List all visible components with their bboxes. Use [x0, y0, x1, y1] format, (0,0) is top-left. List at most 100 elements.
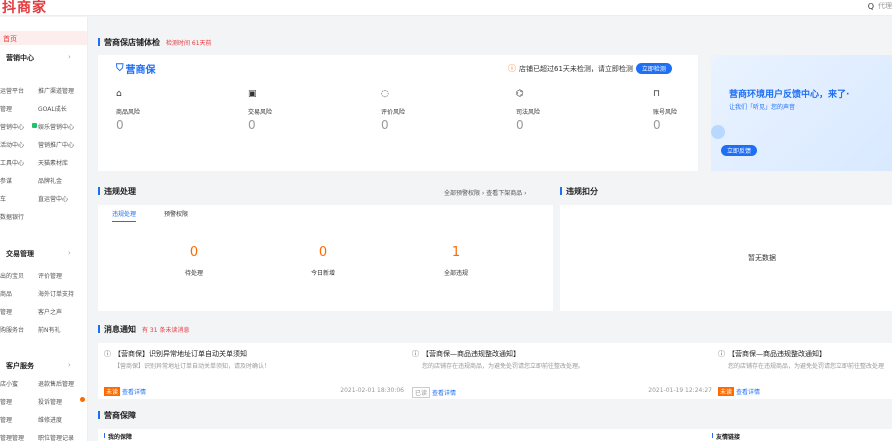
sidebar-row: 活动中心 营销推广中心	[0, 140, 87, 150]
brand-logo: ⛉ 营商保	[116, 63, 156, 76]
check-now-button[interactable]: 立即检测	[635, 63, 672, 74]
shield-icon: ⛉	[116, 63, 124, 74]
stat-all[interactable]: 1 全部违规	[416, 245, 496, 277]
sidebar-row: 管理 维修进度	[0, 415, 87, 425]
promo-title: 营商环境用户反馈中心，来了·	[729, 90, 850, 100]
sidebar-item[interactable]: 管理	[0, 415, 12, 424]
message-item[interactable]: ⓘ 【营商保—商品违规整改通知】 您的店铺存在违规商品，为避免处罚请您立即前往整改处…	[718, 349, 892, 396]
sidebar-row: 管理 GOAL成长	[0, 104, 87, 114]
new-badge-icon	[32, 123, 37, 128]
feedback-button[interactable]: 立即反馈	[721, 145, 758, 156]
message-date: 2021-02-01 18:30:06	[340, 387, 404, 394]
message-title[interactable]: 【营商保】识别异常地址订单自动关单须知	[114, 349, 247, 359]
sidebar-item[interactable]: 营销推广中心	[38, 140, 74, 149]
message-item[interactable]: ⓘ 【营商保】识别异常地址订单自动关单须知 【营商保】识别异常地址订单自动关单须知，…	[104, 349, 404, 396]
feedback-promo[interactable]: 营商环境用户反馈中心，来了· 让我们「听见」您的声音 立即反馈	[711, 55, 892, 171]
sidebar-row: 运营平台 推广渠道管理	[0, 86, 87, 96]
risk-value: 0	[248, 118, 256, 132]
sidebar-item[interactable]: 数据银行	[0, 212, 24, 221]
search-icon[interactable]: Q	[868, 2, 874, 11]
top-search[interactable]: Q 代理	[868, 1, 892, 11]
sidebar: 首页 营销中心 › 运营平台 推广渠道管理管理 GOAL成长营销中心 娱乐营销中心活动…	[0, 17, 88, 441]
sidebar-item[interactable]: 推广渠道管理	[38, 86, 74, 95]
message-title[interactable]: 【营商保—商品违规整改通知】	[728, 349, 826, 359]
sidebar-row: 店小蜜 退款售后管理	[0, 379, 87, 389]
view-details-link[interactable]: 查看详情	[122, 389, 146, 396]
sidebar-item[interactable]: 车	[0, 194, 6, 203]
risk-value: 0	[381, 118, 389, 132]
sidebar-section-marketing[interactable]: 营销中心 ›	[0, 53, 87, 65]
sidebar-row: 商品 海外订单支持	[0, 289, 87, 299]
risk-item[interactable]: ⌬ 司法风险 0	[516, 89, 636, 132]
chat-bubble-icon	[711, 125, 725, 139]
violation-card: 违规处理 预警权限 0 待处理 0 今日新增 1 全部违规	[98, 205, 553, 311]
sidebar-item[interactable]: 前N有礼	[38, 325, 61, 334]
comment-icon: ◌	[381, 89, 389, 99]
sidebar-item[interactable]: 娱乐营销中心	[38, 122, 74, 131]
risk-item[interactable]: ⌂ 商品风险 0	[116, 89, 236, 132]
sidebar-item[interactable]: 职位管理记录	[38, 433, 74, 441]
chevron-right-icon: ›	[68, 53, 71, 61]
risk-label: 司法风险	[516, 109, 541, 116]
search-input[interactable]: 代理	[878, 1, 892, 11]
sidebar-item[interactable]: 天猫素材库	[38, 158, 68, 167]
trade-icon: ▣	[248, 89, 257, 99]
message-title[interactable]: 【营商保—商品违规整改通知】	[422, 349, 520, 359]
court-icon: ⌬	[516, 89, 524, 99]
sidebar-row: 数据银行	[0, 212, 87, 222]
read-status-badge: 已读	[412, 387, 431, 398]
risk-item[interactable]: ◌ 评价风险 0	[381, 89, 501, 132]
sidebar-item[interactable]: 购服务台	[0, 325, 24, 334]
messages-section-title: 消息通知有 31 条未读消息	[98, 324, 189, 335]
sidebar-item[interactable]: 直运营中心	[38, 194, 68, 203]
sidebar-item[interactable]: 管理	[0, 307, 12, 316]
sidebar-item[interactable]: 管理	[0, 397, 12, 406]
tab-warning[interactable]: 预警权限	[164, 209, 188, 222]
sidebar-item[interactable]: 店小蜜	[0, 379, 18, 388]
app-logo[interactable]: 抖商家	[2, 0, 47, 17]
sidebar-item[interactable]: 管理管理	[0, 433, 24, 441]
view-details-link[interactable]: 查看详情	[736, 389, 760, 396]
sidebar-item[interactable]: 客户之声	[38, 307, 62, 316]
sidebar-item[interactable]: 投诉管理	[38, 397, 62, 406]
sidebar-section-service[interactable]: 客户服务 ›	[0, 361, 87, 373]
sidebar-item[interactable]: 评价管理	[38, 271, 62, 280]
sidebar-row: 参谋 品牌礼金	[0, 176, 87, 186]
empty-state: 暂无数据	[748, 254, 776, 262]
chevron-right-icon: ›	[68, 249, 71, 257]
sidebar-item[interactable]: 活动中心	[0, 140, 24, 149]
sidebar-section-trade[interactable]: 交易管理 ›	[0, 249, 87, 261]
sidebar-item[interactable]: 退款售后管理	[38, 379, 74, 388]
sidebar-row: 购服务台 前N有礼	[0, 325, 87, 335]
sidebar-item[interactable]: 出的宝贝	[0, 271, 24, 280]
sidebar-item[interactable]: GOAL成长	[38, 104, 67, 113]
sidebar-item[interactable]: 维修进度	[38, 415, 62, 424]
sidebar-item[interactable]: 品牌礼金	[38, 176, 62, 185]
sidebar-row: 工具中心 天猫素材库	[0, 158, 87, 168]
sidebar-item[interactable]: 商品	[0, 289, 12, 298]
risk-value: 0	[116, 118, 124, 132]
view-details-link[interactable]: 查看详情	[432, 390, 456, 397]
violation-links[interactable]: 全部预警权限 › 查看下架商品 ›	[444, 188, 527, 197]
sidebar-item[interactable]: 营销中心	[0, 122, 24, 131]
guarantee-section-title: 营商保障	[98, 410, 136, 421]
tab-violation[interactable]: 违规处理	[112, 209, 137, 222]
risk-label: 评价风险	[381, 109, 406, 116]
sidebar-item[interactable]: 参谋	[0, 176, 12, 185]
sidebar-item[interactable]: 工具中心	[0, 158, 24, 167]
notice-icon: ⓘ	[412, 350, 419, 358]
sidebar-item[interactable]: 运营平台	[0, 86, 24, 95]
my-guarantee-title: 我的保障	[104, 432, 132, 441]
stat-pending[interactable]: 0 待处理	[154, 245, 234, 277]
chevron-right-icon: ›	[68, 361, 71, 369]
health-warning: ⓘ 店铺已超过61天未检测，请立即检测 立即检测	[508, 63, 672, 74]
risk-item[interactable]: ▣ 交易风险 0	[248, 89, 368, 132]
sidebar-item[interactable]: 管理	[0, 104, 12, 113]
sidebar-item-home[interactable]: 首页	[0, 31, 87, 45]
sidebar-item[interactable]: 海外订单支持	[38, 289, 74, 298]
guarantee-card: 我的保障 友情链接	[98, 429, 892, 441]
message-item[interactable]: ⓘ 【营商保—商品违规整改通知】 您的店铺存在违规商品，为避免处罚请您立即前往整改处…	[412, 349, 712, 398]
risk-label: 商品风险	[116, 109, 141, 116]
stat-today[interactable]: 0 今日新增	[283, 245, 363, 277]
friend-links-title: 友情链接	[712, 432, 740, 441]
